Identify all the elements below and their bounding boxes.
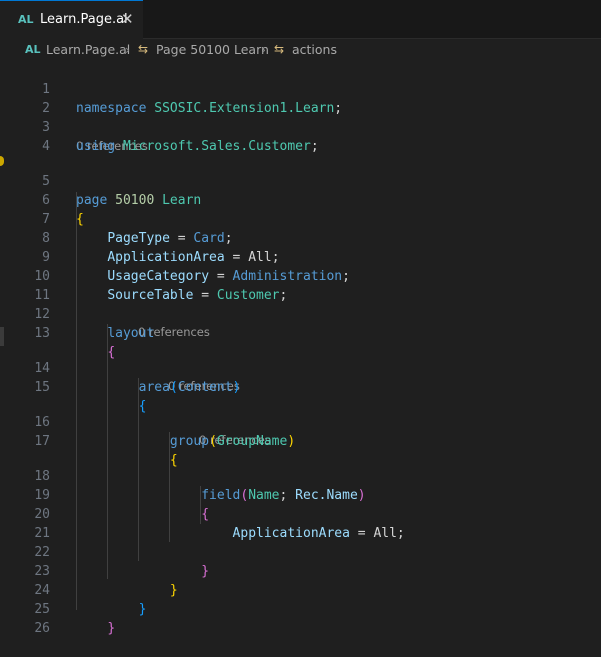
code-line: 9 UsageCategory = Administration; xyxy=(0,229,601,284)
code-line: 5 page 50100 Learn xyxy=(0,153,601,208)
keyword: layout xyxy=(107,326,155,341)
keyword: group xyxy=(169,434,210,449)
argument: Content xyxy=(177,380,233,395)
line-number: 26 xyxy=(34,621,50,636)
code-line: 19 { xyxy=(0,467,601,522)
code-line: 18 field(Name; Rec.Name) xyxy=(0,448,601,503)
code-line: 24 } xyxy=(0,562,601,617)
bracket: ( xyxy=(169,380,178,395)
al-file-icon: AL xyxy=(18,13,34,26)
code-line: 23 } xyxy=(0,543,601,598)
code-line: 25 } xyxy=(0,581,601,636)
code-line: 1 namespace SSOSIC.Extension1.Learn; xyxy=(0,61,601,116)
argument: GroupName xyxy=(216,434,288,449)
tab-title: Learn.Page.al xyxy=(40,12,128,27)
keyword: area xyxy=(138,380,170,395)
al-file-icon: AL xyxy=(25,43,41,56)
editor-tab-bar: AL Learn.Page.al ✕ xyxy=(0,0,601,39)
code-line: 13 { xyxy=(0,305,601,360)
code-line: 11 xyxy=(0,267,601,303)
punct: ; xyxy=(310,139,319,154)
code-line: 4 xyxy=(0,118,601,154)
keyword: using xyxy=(76,139,116,154)
symbol-class-icon: ⇆ xyxy=(138,42,149,56)
code-line: 20 ApplicationArea = All; xyxy=(0,486,601,541)
tab-learn-page-al[interactable]: AL Learn.Page.al ✕ xyxy=(0,0,143,39)
code-line: 15 { xyxy=(0,359,601,414)
chevron-right-icon: › xyxy=(125,42,130,57)
breadcrumb: AL Learn.Page.al › ⇆ Page 50100 Learn › … xyxy=(0,39,601,61)
code-line: 7 PageType = Card; xyxy=(0,191,601,246)
code-line: 6 { xyxy=(0,172,601,227)
code-line: 22 } xyxy=(0,524,601,579)
code-line: 12 layout xyxy=(0,286,601,341)
code-line: 8 ApplicationArea = All; xyxy=(0,210,601,265)
code-line: 16 group(GroupName) xyxy=(0,394,601,449)
breadcrumb-actions[interactable]: actions xyxy=(292,42,337,57)
code-line: 3 using Microsoft.Sales.Customer; xyxy=(0,99,601,154)
code-line: 21 xyxy=(0,505,601,541)
code-line: 14 area(Content) xyxy=(0,340,601,395)
code-line: 10 SourceTable = Customer; xyxy=(0,248,601,303)
bracket: ) xyxy=(287,434,296,449)
chevron-right-icon: › xyxy=(261,42,266,57)
breadcrumb-file[interactable]: Learn.Page.al xyxy=(46,42,130,57)
breadcrumb-page[interactable]: Page 50100 Learn xyxy=(156,42,269,57)
code-line: 17 { xyxy=(0,413,601,468)
close-icon[interactable]: ✕ xyxy=(121,10,134,28)
bracket: } xyxy=(107,621,116,636)
symbol-class-icon: ⇆ xyxy=(274,42,285,56)
code-line: 2 xyxy=(0,80,601,116)
bracket: ( xyxy=(209,434,217,449)
namespace-name: Microsoft.Sales.Customer xyxy=(122,139,311,154)
bracket: ) xyxy=(232,380,241,395)
